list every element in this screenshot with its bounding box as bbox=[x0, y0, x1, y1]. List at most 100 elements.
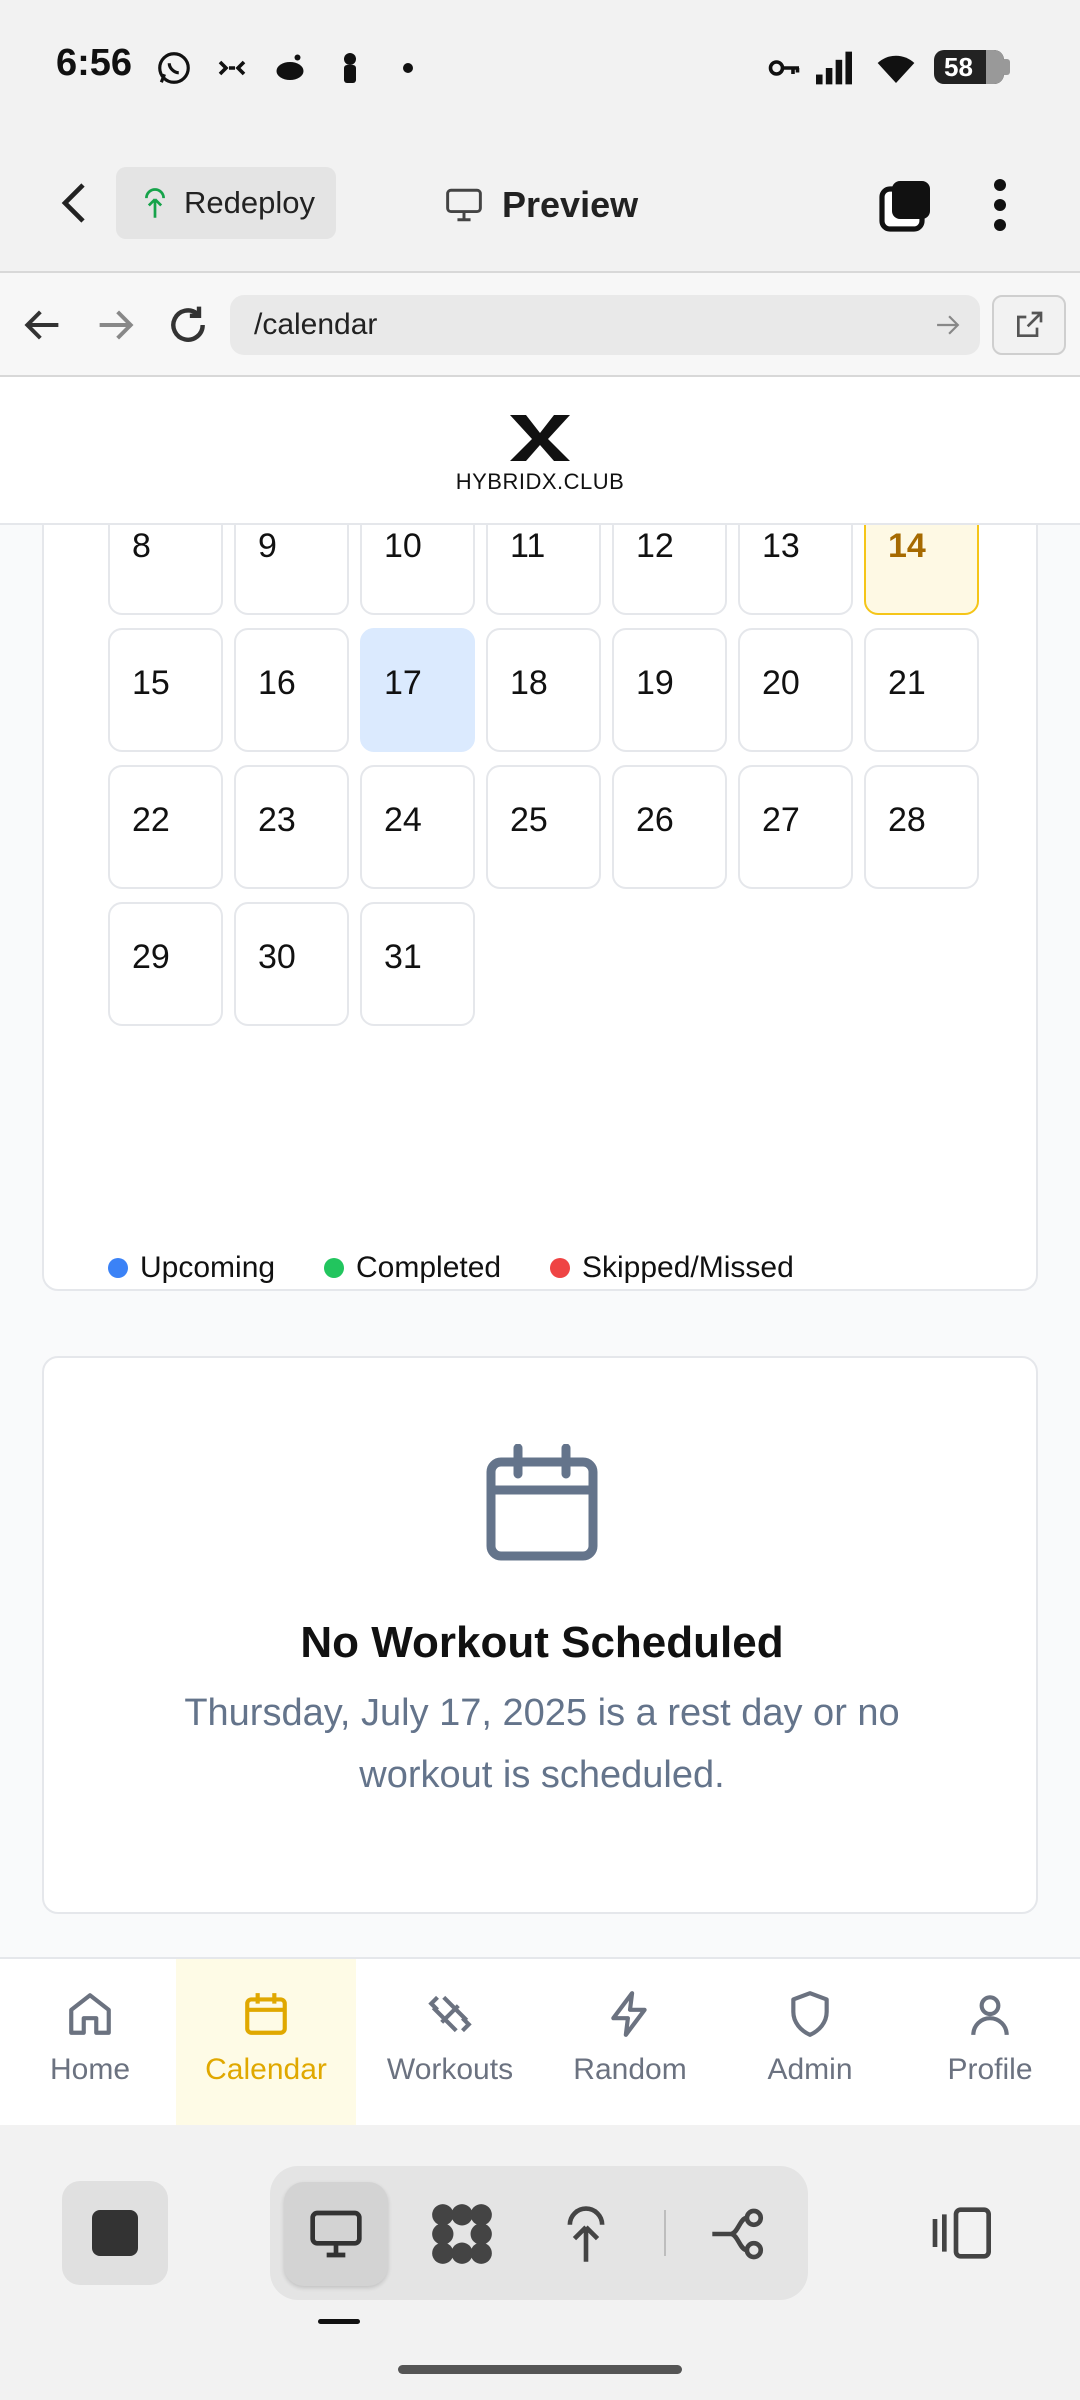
nav-home[interactable]: Home bbox=[0, 1959, 180, 2127]
legend-upcoming: Upcoming bbox=[108, 1251, 275, 1285]
redeploy-button[interactable]: Redeploy bbox=[116, 167, 336, 239]
no-workout-card: No Workout Scheduled Thursday, July 17, … bbox=[42, 1356, 1038, 1914]
battery-indicator: 58 bbox=[934, 50, 1010, 84]
status-bar: 6:56 58 bbox=[0, 0, 1080, 135]
bottom-navigation: Home Calendar Workouts Random Admin Prof… bbox=[0, 1957, 1080, 2127]
nav-profile-label: Profile bbox=[947, 2053, 1033, 2086]
more-notifications-dot-icon bbox=[388, 48, 428, 88]
empty-state-text: Thursday, July 17, 2025 is a rest day or… bbox=[184, 1692, 900, 1796]
nav-admin[interactable]: Admin bbox=[720, 1959, 900, 2127]
calendar-icon bbox=[245, 1993, 287, 2035]
legend-label: Upcoming bbox=[140, 1251, 276, 1284]
calendar-day[interactable]: 17 bbox=[360, 628, 475, 752]
split-screen-button[interactable] bbox=[930, 2205, 996, 2266]
app-notification-icon bbox=[212, 48, 252, 88]
monitor-icon bbox=[310, 2210, 362, 2258]
calendar-empty-icon bbox=[486, 1443, 598, 1567]
open-external-button[interactable] bbox=[992, 295, 1066, 355]
legend-label: Skipped/Missed bbox=[582, 1251, 794, 1284]
calendar-card: 1234567891011121314151617181920212223242… bbox=[42, 377, 1038, 1291]
calendar-day[interactable]: 31 bbox=[360, 902, 475, 1026]
calendar-day[interactable]: 26 bbox=[612, 765, 727, 889]
browser-bar: /calendar bbox=[0, 273, 1080, 377]
reload-button[interactable] bbox=[166, 303, 210, 352]
apps-view-button[interactable] bbox=[410, 2182, 514, 2286]
app-header: Redeploy Preview bbox=[0, 135, 1080, 273]
wifi-icon bbox=[876, 48, 916, 88]
calendar-day[interactable]: 22 bbox=[108, 765, 223, 889]
site-logo-text: HYBRIDX.CLUB bbox=[455, 469, 625, 494]
person-icon bbox=[330, 48, 370, 88]
nav-random-label: Random bbox=[573, 2053, 687, 2086]
nav-random[interactable]: Random bbox=[540, 1959, 720, 2127]
stop-icon bbox=[92, 2210, 138, 2256]
site-header: HYBRIDX.CLUB bbox=[0, 377, 1080, 525]
redeploy-icon bbox=[145, 188, 165, 218]
lightning-icon bbox=[611, 1991, 647, 2037]
external-link-icon bbox=[1017, 311, 1043, 337]
redeploy-label: Redeploy bbox=[184, 185, 315, 220]
user-icon bbox=[971, 1995, 1009, 2035]
more-menu-button[interactable] bbox=[986, 177, 1014, 238]
browser-back-button[interactable] bbox=[22, 307, 62, 348]
calendar-day[interactable]: 27 bbox=[738, 765, 853, 889]
whatsapp-icon bbox=[154, 48, 194, 88]
calendar-day[interactable]: 19 bbox=[612, 628, 727, 752]
calendar-day[interactable]: 30 bbox=[234, 902, 349, 1026]
site-content: HYBRIDX.CLUB 123456789101112131415161718… bbox=[0, 377, 1080, 1957]
status-time: 6:56 bbox=[56, 42, 133, 84]
split-screen-icon bbox=[932, 2207, 991, 2259]
calendar-day[interactable]: 29 bbox=[108, 902, 223, 1026]
home-icon bbox=[69, 1993, 111, 2035]
calendar-day[interactable]: 20 bbox=[738, 628, 853, 752]
url-text: /calendar bbox=[254, 308, 378, 341]
grid-blob-icon bbox=[432, 2204, 492, 2264]
reddit-icon bbox=[270, 48, 310, 88]
preview-toggle[interactable]: Preview bbox=[444, 175, 638, 235]
vpn-key-icon bbox=[764, 48, 804, 88]
completed-dot-icon bbox=[324, 1258, 344, 1278]
calendar-day[interactable]: 25 bbox=[486, 765, 601, 889]
nav-workouts[interactable]: Workouts bbox=[360, 1959, 540, 2127]
battery-level: 58 bbox=[944, 51, 973, 82]
calendar-day[interactable]: 24 bbox=[360, 765, 475, 889]
deploy-icon bbox=[567, 2206, 605, 2262]
back-button[interactable] bbox=[56, 181, 92, 230]
legend-skipped: Skipped/Missed bbox=[550, 1251, 794, 1285]
url-input[interactable]: /calendar bbox=[230, 295, 980, 355]
legend-label: Completed bbox=[356, 1251, 502, 1284]
nav-calendar[interactable]: Calendar bbox=[176, 1959, 356, 2127]
browser-forward-button[interactable] bbox=[96, 307, 136, 348]
calendar-day[interactable]: 23 bbox=[234, 765, 349, 889]
calendar-day[interactable]: 28 bbox=[864, 765, 979, 889]
nav-admin-label: Admin bbox=[767, 2053, 853, 2086]
nav-home-label: Home bbox=[49, 2053, 131, 2086]
calendar-day[interactable]: 18 bbox=[486, 628, 601, 752]
tabs-button[interactable] bbox=[878, 177, 934, 238]
nav-calendar-label: Calendar bbox=[205, 2053, 327, 2086]
nav-workouts-label: Workouts bbox=[386, 2053, 514, 2086]
legend-completed: Completed bbox=[324, 1251, 501, 1285]
upcoming-dot-icon bbox=[108, 1258, 128, 1278]
calendar-day[interactable]: 21 bbox=[864, 628, 979, 752]
signal-icon bbox=[814, 48, 854, 88]
branch-view-button[interactable] bbox=[688, 2182, 792, 2286]
go-arrow-icon[interactable] bbox=[934, 313, 962, 337]
bottom-toolbar bbox=[0, 2125, 1080, 2400]
empty-state-title: No Workout Scheduled bbox=[300, 1618, 784, 1667]
branch-icon bbox=[712, 2208, 764, 2260]
shield-icon bbox=[791, 1991, 829, 2037]
active-tab-indicator bbox=[318, 2319, 360, 2324]
skipped-dot-icon bbox=[550, 1258, 570, 1278]
monitor-icon bbox=[446, 188, 482, 222]
preview-label: Preview bbox=[502, 184, 639, 225]
home-indicator[interactable] bbox=[398, 2365, 682, 2374]
calendar-day[interactable]: 15 bbox=[108, 628, 223, 752]
deploy-view-button[interactable] bbox=[534, 2182, 638, 2286]
hybridx-logo-icon[interactable] bbox=[506, 413, 574, 468]
stop-button[interactable] bbox=[62, 2181, 168, 2285]
desktop-view-button[interactable] bbox=[284, 2182, 388, 2286]
view-mode-group bbox=[270, 2166, 808, 2300]
nav-profile[interactable]: Profile bbox=[900, 1959, 1080, 2127]
calendar-day[interactable]: 16 bbox=[234, 628, 349, 752]
